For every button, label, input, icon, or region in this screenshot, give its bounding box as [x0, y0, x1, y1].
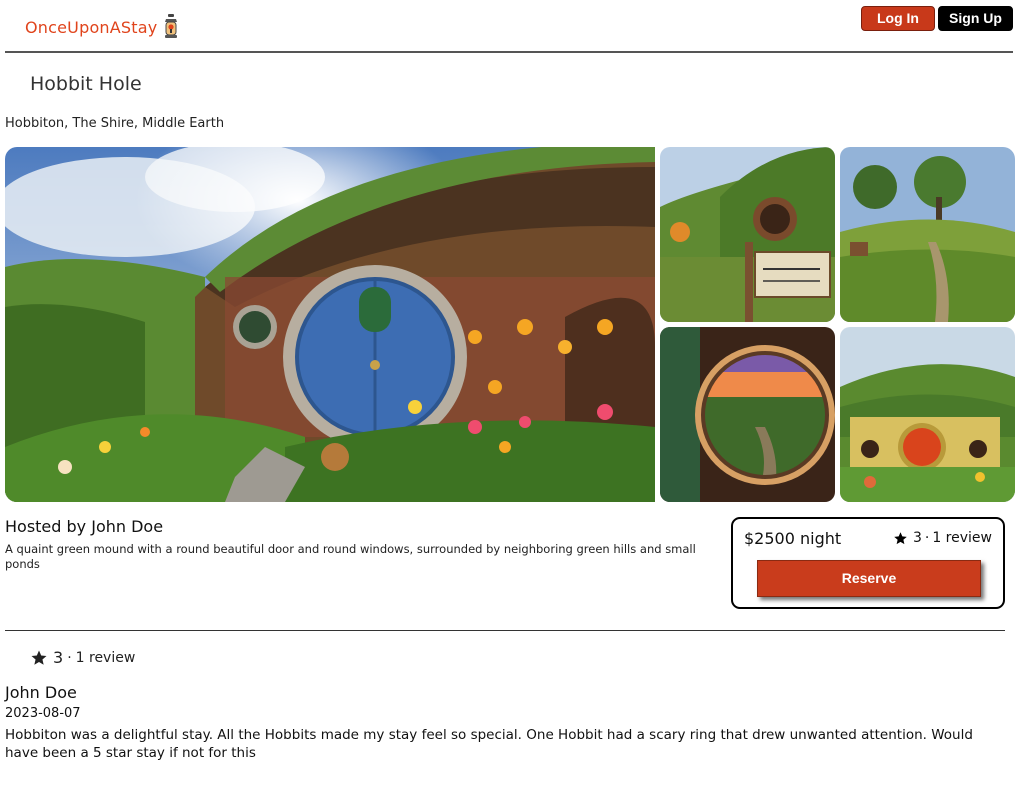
- booking-review-count: 1 review: [932, 530, 992, 546]
- listing-photo-yellow-door[interactable]: [840, 327, 1015, 502]
- listing-photo-path[interactable]: [840, 147, 1015, 322]
- site-header: OnceUponAStay Log In Sign Up: [0, 0, 1015, 52]
- reviews-summary-separator: ·: [67, 649, 72, 666]
- listing-location: Hobbiton, The Shire, Middle Earth: [5, 116, 225, 131]
- main-listing-photo[interactable]: [5, 147, 655, 502]
- star-icon: [894, 531, 907, 544]
- site-logo[interactable]: OnceUponAStay: [25, 14, 179, 40]
- logo-text: OnceUponAStay: [25, 17, 158, 37]
- header-divider: [5, 51, 1013, 53]
- reviews-summary: 3 · 1 review: [30, 648, 135, 667]
- star-icon: [31, 650, 47, 665]
- listing-photo-signpost[interactable]: [660, 147, 835, 322]
- listing-title: Hobbit Hole: [30, 73, 142, 95]
- booking-rating-separator: ·: [924, 530, 930, 546]
- booking-rating: 3 · 1 review: [893, 530, 992, 546]
- signup-button[interactable]: Sign Up: [938, 6, 1013, 31]
- price-per-night: $2500 night: [744, 529, 842, 548]
- lantern-icon: [163, 14, 179, 40]
- review-author: John Doe: [5, 683, 77, 702]
- review-text: Hobbiton was a delightful stay. All the …: [5, 727, 973, 761]
- reviews-summary-count: 1 review: [75, 649, 136, 666]
- login-button[interactable]: Log In: [861, 6, 935, 31]
- section-divider: [5, 630, 1005, 631]
- listing-photo-window-view[interactable]: [660, 327, 835, 502]
- listing-description: A quaint green mound with a round beauti…: [5, 542, 696, 571]
- reserve-button[interactable]: Reserve: [757, 560, 981, 597]
- review-date: 2023-08-07: [5, 706, 81, 721]
- booking-card: $2500 night 3 · 1 review Reserve: [731, 517, 1005, 609]
- reviews-summary-rating: 3: [53, 648, 64, 667]
- host-line: Hosted by John Doe: [5, 517, 164, 536]
- booking-rating-value: 3: [912, 530, 922, 546]
